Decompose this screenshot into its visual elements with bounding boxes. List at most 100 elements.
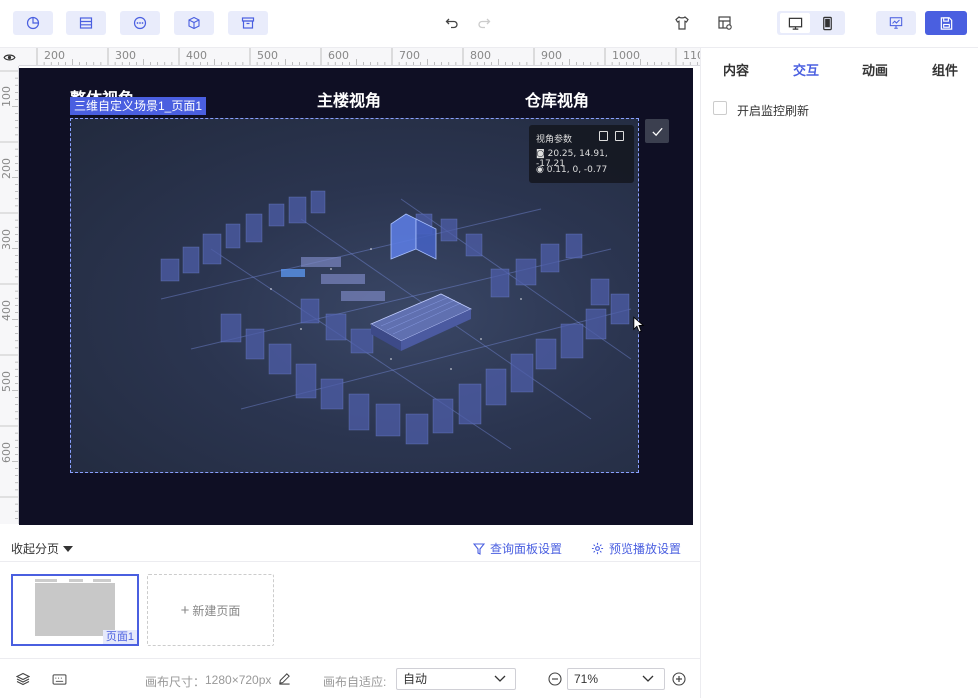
undo-button[interactable] [440, 11, 464, 35]
eye-icon [3, 54, 16, 60]
ruler-top-label: 200 [44, 49, 65, 62]
desktop-button[interactable] [780, 13, 810, 33]
device-switch [777, 11, 845, 35]
check-icon [651, 127, 663, 136]
ruler-top-label: 400 [186, 49, 207, 62]
canvas-fit-value: 自动 [403, 672, 428, 686]
gear-icon [591, 542, 604, 555]
preview-icon [889, 17, 903, 29]
zoom-in-icon[interactable] [672, 672, 686, 686]
canvas-size-label: 画布尺寸： [145, 675, 206, 689]
ruler-left-label: 100 [0, 86, 13, 107]
chevron-down-icon [642, 675, 654, 682]
cube-icon [188, 16, 200, 30]
edit-icon[interactable] [278, 672, 291, 685]
design-canvas[interactable]: 整体视角 主楼视角 仓库视角 三维自定义场景1_页面1 [19, 68, 693, 525]
caret-down-icon [63, 545, 74, 552]
page-thumbnail[interactable]: 页面1 [11, 574, 139, 646]
ruler-top-label: 110 [683, 49, 700, 62]
archive-icon [241, 17, 255, 29]
status-bar: 画布尺寸： 1280×720px 画布自适应: 自动 71% [0, 658, 700, 698]
monitor-refresh-checkbox[interactable] [713, 101, 727, 115]
keyboard-icon[interactable] [52, 674, 67, 685]
warehouse-view-title[interactable]: 仓库视角 [525, 87, 589, 111]
3d-scene-component[interactable]: 视角参数 ◙ 20.25, 14.91, -17.21 ◉ 0.11, 0, -… [70, 118, 639, 473]
table-icon [79, 17, 93, 29]
confirm-view-button[interactable] [645, 119, 669, 143]
layout-settings-button[interactable] [713, 11, 737, 35]
ruler-top-label: 800 [470, 49, 491, 62]
redo-icon [478, 18, 491, 29]
new-page-label: 新建页面 [192, 603, 241, 618]
new-page-button[interactable]: + 新建页面 [147, 574, 274, 646]
3d-model-button[interactable] [174, 11, 214, 35]
plus-icon: + [180, 601, 190, 619]
thumbnail-header [35, 579, 115, 582]
chevron-down-icon [494, 675, 506, 682]
layers-icon[interactable] [16, 672, 30, 686]
ruler-left-label: 500 [0, 371, 13, 392]
tab-interaction[interactable]: 交互 [793, 60, 819, 79]
more-button[interactable] [120, 11, 160, 35]
filter-icon [473, 542, 485, 555]
chart-button[interactable] [13, 11, 53, 35]
properties-panel: 内容 交互 动画 组件 开启监控刷新 [700, 48, 978, 698]
horizontal-ruler: 200 300 400 500 600 700 800 900 1000 110 [19, 48, 700, 66]
monitor-refresh-label: 开启监控刷新 [737, 104, 810, 118]
ruler-top-label: 900 [541, 49, 562, 62]
camera-rotation-row: ◉ 0.11, 0, -0.77 [536, 165, 607, 175]
ruler-top-label: 1000 [612, 49, 640, 62]
ruler-visibility-toggle[interactable] [0, 48, 19, 66]
theme-button[interactable] [670, 11, 694, 35]
main-building-view-title[interactable]: 主楼视角 [317, 87, 381, 111]
scene-label-tag: 三维自定义场景1_页面1 [70, 97, 207, 115]
undo-icon [445, 18, 458, 29]
ruler-left-label: 600 [0, 442, 13, 463]
zoom-value: 71% [574, 672, 599, 686]
mobile-icon [822, 16, 832, 30]
camera-rotation-value: 0.11, 0, -0.77 [546, 165, 608, 175]
zoom-select[interactable]: 71% [567, 668, 665, 690]
top-toolbar [0, 0, 978, 48]
pages-list: 页面1 + 新建页面 [0, 563, 700, 655]
ruler-top-label: 600 [328, 49, 349, 62]
collapse-pages-toggle[interactable]: 收起分页 [11, 540, 74, 557]
query-panel-settings-label: 查询面板设置 [490, 542, 563, 556]
mouse-cursor-icon [633, 316, 645, 333]
tab-components[interactable]: 组件 [932, 60, 958, 79]
ruler-left-label: 300 [0, 229, 13, 250]
chart-icon [26, 16, 40, 30]
camera-params-title: 视角参数 [536, 135, 573, 145]
ruler-left-label: 400 [0, 300, 13, 321]
mobile-button[interactable] [812, 13, 842, 33]
preview-button[interactable] [876, 11, 916, 35]
paste-icon[interactable] [615, 131, 624, 141]
target-icon: ◉ [536, 165, 547, 175]
redo-button[interactable] [472, 11, 496, 35]
thumbnail-preview [35, 583, 115, 636]
canvas-fit-select[interactable]: 自动 [396, 668, 516, 690]
tab-content[interactable]: 内容 [723, 60, 749, 79]
camera-icon: ◙ [536, 149, 548, 159]
archive-button[interactable] [228, 11, 268, 35]
collapse-pages-label: 收起分页 [11, 542, 60, 556]
query-panel-settings-button[interactable]: 查询面板设置 [473, 540, 562, 557]
ruler-left-label: 200 [0, 158, 13, 179]
ruler-top-label: 300 [115, 49, 136, 62]
canvas-size-value: 1280×720px [205, 673, 272, 687]
desktop-icon [788, 17, 802, 30]
save-button[interactable] [925, 11, 967, 35]
zoom-out-icon[interactable] [548, 672, 562, 686]
save-icon [940, 16, 952, 30]
pages-toolbar: 收起分页 查询面板设置 预览播放设置 [0, 532, 700, 562]
table-button[interactable] [66, 11, 106, 35]
copy-icon[interactable] [599, 131, 608, 141]
canvas-fit-label: 画布自适应: [323, 675, 387, 689]
page-name-badge: 页面1 [102, 630, 137, 644]
vertical-ruler: 100 200 300 400 500 600 [0, 66, 19, 524]
preview-playback-settings-button[interactable]: 预览播放设置 [591, 540, 681, 557]
ruler-top-label: 700 [399, 49, 420, 62]
more-circle-icon [133, 16, 147, 30]
tab-animation[interactable]: 动画 [862, 60, 888, 79]
preview-playback-settings-label: 预览播放设置 [609, 542, 682, 556]
